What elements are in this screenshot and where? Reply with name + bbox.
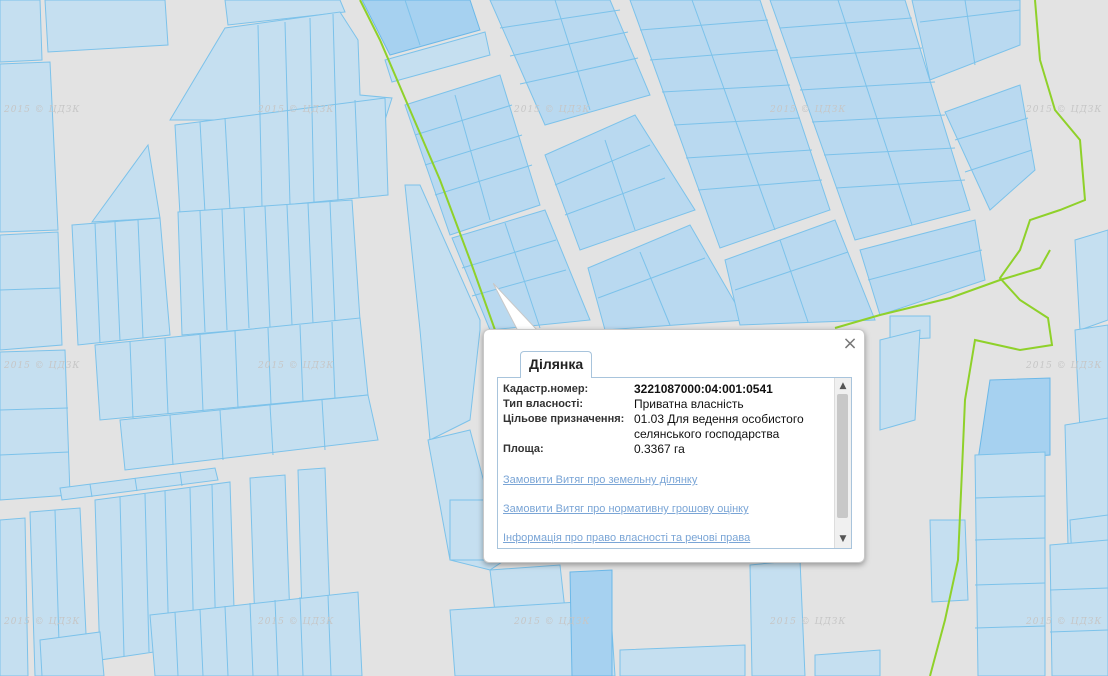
scroll-up-icon[interactable]: ▲: [835, 379, 851, 393]
parcel-attributes-table: Кадастр.номер: 3221087000:04:001:0541 Ти…: [503, 382, 828, 457]
watermark: 2015 © ЦДЗК: [258, 617, 335, 627]
order-valuation-extract-link[interactable]: Замовити Витяг про нормативну грошову оц…: [503, 503, 749, 515]
watermark: 2015 © ЦДЗК: [770, 617, 847, 627]
cadastral-number-value: 3221087000:04:001:0541: [634, 382, 773, 396]
watermark: 2015 © ЦДЗК: [258, 361, 335, 371]
attribute-row: Цільове призначення: 01.03 Для ведення о…: [503, 412, 828, 442]
attribute-row: Площа: 0.3367 га: [503, 442, 828, 457]
order-parcel-extract-link[interactable]: Замовити Витяг про земельну ділянку: [503, 474, 697, 486]
scroll-down-icon[interactable]: ▼: [835, 532, 851, 546]
purpose-value: 01.03 Для ведення особистого селянського…: [634, 412, 804, 441]
cadastral-number-label: Кадастр.номер:: [503, 383, 589, 395]
watermark: 2015 © ЦДЗК: [4, 105, 81, 115]
parcel-info-popup: × Ділянка Кадастр.номер: 3221087000:04:0…: [483, 329, 865, 563]
watermark: 2015 © ЦДЗК: [4, 361, 81, 371]
watermark: 2015 © ЦДЗК: [4, 617, 81, 627]
ownership-type-label: Тип власності:: [503, 398, 584, 410]
popup-scrollbar[interactable]: ▲ ▼: [834, 378, 851, 548]
watermark: 2015 © ЦДЗК: [1026, 361, 1103, 371]
popup-content: Кадастр.номер: 3221087000:04:001:0541 Ти…: [497, 377, 852, 549]
attribute-row: Тип власності: Приватна власність: [503, 397, 828, 412]
purpose-label: Цільове призначення:: [503, 413, 625, 425]
attribute-row: Кадастр.номер: 3221087000:04:001:0541: [503, 382, 828, 397]
watermark: 2015 © ЦДЗК: [1026, 617, 1103, 627]
area-label: Площа:: [503, 443, 544, 455]
watermark: 2015 © ЦДЗК: [258, 105, 335, 115]
close-icon[interactable]: ×: [842, 335, 858, 353]
parcel-group-right: [929, 229, 1108, 676]
parcel-group-top-left: [0, 0, 393, 676]
area-value: 0.3367 га: [634, 442, 685, 456]
scroll-thumb[interactable]: [837, 394, 848, 518]
watermark: 2015 © ЦДЗК: [770, 105, 847, 115]
ownership-rights-info-link[interactable]: Інформація про право власності та речові…: [503, 532, 750, 544]
ownership-type-value: Приватна власність: [634, 397, 744, 411]
watermark: 2015 © ЦДЗК: [514, 105, 591, 115]
watermark: 2015 © ЦДЗК: [1026, 105, 1103, 115]
popup-pointer: [493, 283, 540, 332]
watermark: 2015 © ЦДЗК: [514, 617, 591, 627]
tab-parcel[interactable]: Ділянка: [520, 351, 593, 378]
